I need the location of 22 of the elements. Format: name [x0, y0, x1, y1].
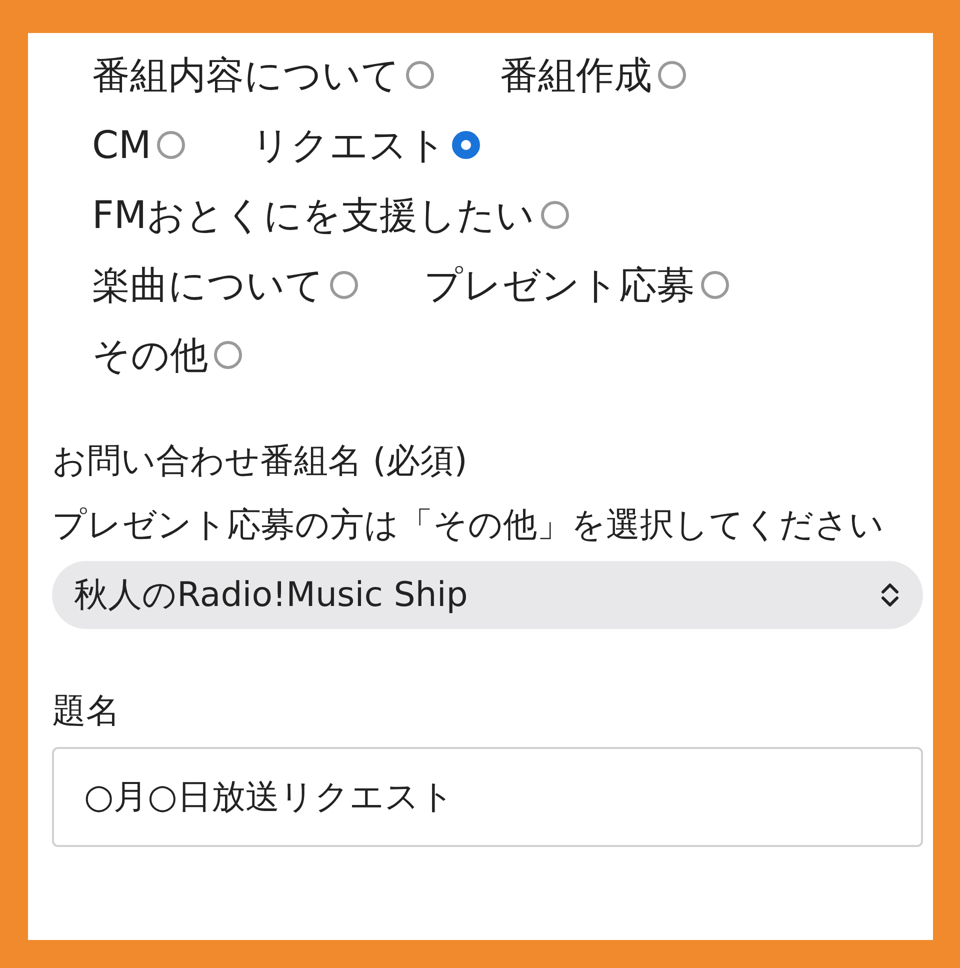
radio-button[interactable]: [658, 61, 686, 89]
radio-button[interactable]: [452, 131, 480, 159]
radio-label: CM: [92, 123, 152, 167]
radio-button[interactable]: [540, 201, 569, 229]
radio-button[interactable]: [701, 271, 729, 299]
field-label: 題名: [52, 690, 121, 733]
field-note: プレゼント応募の方は「その他」を選択してください: [52, 504, 885, 547]
subject-input[interactable]: ○月○日放送リクエスト: [52, 747, 923, 847]
radio-label: 楽曲について: [92, 262, 324, 308]
radio-button[interactable]: [330, 271, 358, 299]
radio-label: FMおとくにを支援したい: [92, 192, 535, 238]
radio-button[interactable]: [157, 131, 186, 159]
program-select[interactable]: 秋人のRadio!Music Ship: [52, 561, 923, 629]
radio-label: その他: [92, 332, 208, 378]
field-label: お問い合わせ番組名 (必須): [52, 440, 468, 483]
radio-button[interactable]: [406, 61, 434, 89]
radio-label: 番組作成: [500, 52, 652, 98]
chevron-updown-icon: [879, 582, 901, 608]
radio-label: プレゼント応募: [424, 262, 695, 308]
radio-label: 番組内容について: [92, 52, 400, 98]
radio-label: リクエスト: [251, 122, 446, 168]
radio-button[interactable]: [214, 341, 242, 369]
